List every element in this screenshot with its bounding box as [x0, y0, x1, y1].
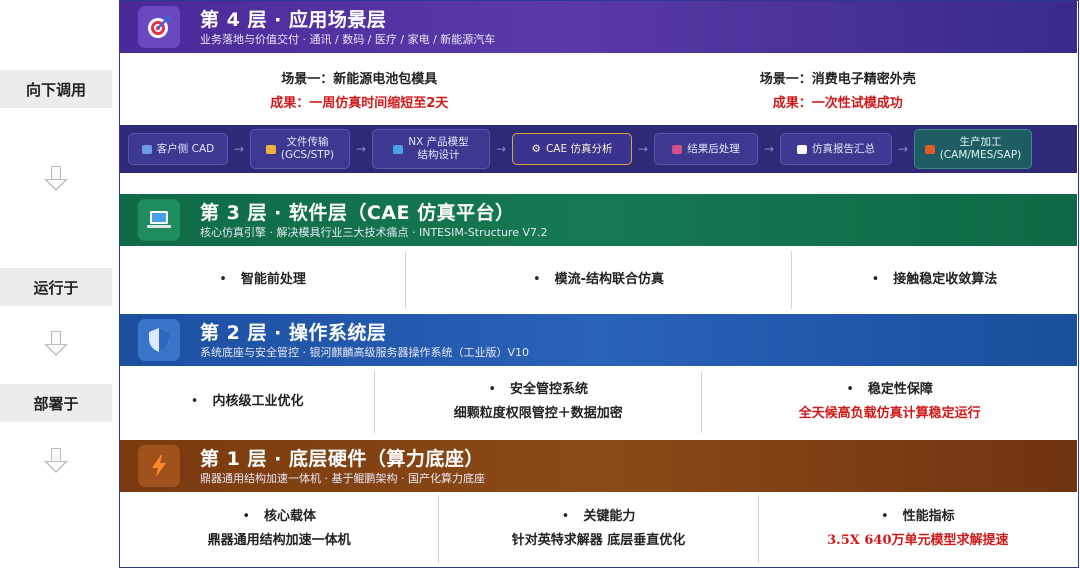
shield-icon	[138, 319, 180, 361]
feature-cell: 性能指标 3.5X 640万单元模型求解提速	[757, 495, 1077, 563]
monitor-icon	[393, 144, 404, 154]
user-icon	[141, 144, 152, 154]
rail-label-runs-on: 运行于	[0, 268, 112, 306]
feature-label: 性能指标	[881, 505, 955, 529]
scene-result: 成果：一次性试模成功	[772, 96, 903, 111]
feature-detail: 全天候高负载仿真计算稳定运行	[798, 406, 981, 421]
lightning-icon	[138, 445, 180, 487]
layer1-subtitle: 鼎器通用结构加速一体机 · 基于鲲鹏架构 · 国产化算力底座	[200, 471, 485, 485]
architecture-diagram: 向下调用 运行于 部署于 第 4 层 · 应用场景层 业务落地与价值交付 · 通…	[0, 0, 1080, 570]
pipeline-step-label: 仿真报告汇总	[812, 142, 875, 155]
feature-cell: 关键能力 针对英特求解器 底层垂直优化	[438, 495, 757, 563]
pipeline-step-nx: NX 产品模型 结构设计	[372, 129, 490, 169]
chart-icon	[672, 144, 683, 154]
laptop-icon	[138, 199, 180, 241]
gear-icon: ⚙	[531, 142, 541, 155]
layer2-features: 内核级工业优化 安全管控系统 细颗粒度权限管控＋数据加密 稳定性保障 全天候高负…	[120, 371, 1077, 433]
layer1-features: 核心载体 鼎器通用结构加速一体机 关键能力 针对英特求解器 底层垂直优化 性能指…	[120, 495, 1077, 563]
process-pipeline: 客户侧 CAD → 文件传输 (GCS/STP) → NX 产品模型 结构设计 …	[120, 125, 1077, 173]
layer-stack-frame: 第 4 层 · 应用场景层 业务落地与价值交付 · 通讯 / 数码 / 医疗 /…	[119, 0, 1079, 568]
pipeline-step-cae: ⚙ CAE 仿真分析	[512, 133, 632, 165]
layer4-subtitle: 业务落地与价值交付 · 通讯 / 数码 / 医疗 / 家电 / 新能源汽车	[200, 32, 496, 46]
scene-title: 场景一：消费电子精密外壳	[759, 72, 916, 87]
arrow-right-icon: →	[495, 142, 507, 156]
target-icon	[138, 6, 180, 48]
arrow-right-icon: →	[763, 142, 775, 156]
down-arrow-icon	[44, 166, 68, 192]
scene-card: 场景一：消费电子精密外壳 成果：一次性试模成功	[599, 61, 1078, 123]
layer4-banner: 第 4 层 · 应用场景层 业务落地与价值交付 · 通讯 / 数码 / 医疗 /…	[120, 1, 1077, 53]
feature-label: 接触稳定收敛算法	[872, 268, 997, 292]
feature-cell: 智能前处理	[120, 251, 405, 309]
layer3-subtitle: 核心仿真引擎 · 解决模具行业三大技术痛点 · INTESIM-Structur…	[200, 225, 548, 239]
layer2-banner: 第 2 层 · 操作系统层 系统底座与安全管控 · 银河麒麟高级服务器操作系统（…	[120, 314, 1077, 366]
arrow-right-icon: →	[355, 142, 367, 156]
document-icon	[797, 144, 807, 154]
pipeline-step-label: 客户侧 CAD	[156, 142, 215, 155]
arrow-right-icon: →	[897, 142, 909, 156]
feature-detail: 针对英特求解器 底层垂直优化	[511, 533, 686, 548]
factory-icon	[924, 144, 935, 154]
arrow-right-icon: →	[233, 142, 245, 156]
feature-label: 智能前处理	[219, 268, 306, 292]
feature-cell: 接触稳定收敛算法	[790, 251, 1077, 309]
layer4-scenes: 场景一：新能源电池包模具 成果：一周仿真时间缩短至2天 场景一：消费电子精密外壳…	[120, 61, 1077, 123]
layer4-title: 第 4 层 · 应用场景层	[200, 8, 387, 31]
pipeline-step-label: 结果后处理	[687, 142, 740, 155]
down-arrow-icon	[44, 331, 68, 357]
feature-detail: 3.5X 640万单元模型求解提速	[827, 533, 1009, 548]
rail-label-deployed-on: 部署于	[0, 384, 112, 422]
rail-label-call-down: 向下调用	[0, 70, 112, 108]
pipeline-step-production: 生产加工 (CAM/MES/SAP)	[914, 129, 1032, 169]
layer2-title: 第 2 层 · 操作系统层	[200, 321, 387, 344]
feature-cell: 安全管控系统 细颗粒度权限管控＋数据加密	[374, 371, 701, 433]
arrow-right-icon: →	[637, 142, 649, 156]
pipeline-step-label: NX 产品模型 结构设计	[408, 136, 469, 161]
layer3-features: 智能前处理 模流-结构联合仿真 接触稳定收敛算法	[120, 251, 1077, 309]
pipeline-step-transfer: 文件传输 (GCS/STP)	[250, 129, 350, 169]
feature-cell: 核心载体 鼎器通用结构加速一体机	[120, 495, 438, 563]
layer3-title: 第 3 层 · 软件层（CAE 仿真平台）	[200, 201, 515, 224]
folder-icon	[265, 144, 276, 154]
feature-label: 关键能力	[562, 505, 635, 529]
feature-label: 内核级工业优化	[191, 390, 303, 414]
layer1-banner: 第 1 层 · 底层硬件（算力底座） 鼎器通用结构加速一体机 · 基于鲲鹏架构 …	[120, 440, 1077, 492]
layer3-banner: 第 3 层 · 软件层（CAE 仿真平台） 核心仿真引擎 · 解决模具行业三大技…	[120, 194, 1077, 246]
down-arrow-icon	[44, 448, 68, 474]
feature-cell: 模流-结构联合仿真	[405, 251, 791, 309]
feature-label: 核心载体	[242, 505, 316, 529]
scene-title: 场景一：新能源电池包模具	[281, 72, 438, 87]
layer2-subtitle: 系统底座与安全管控 · 银河麒麟高级服务器操作系统（工业版）V10	[200, 345, 530, 359]
feature-label: 模流-结构联合仿真	[533, 268, 664, 292]
pipeline-step-label: CAE 仿真分析	[545, 142, 613, 155]
feature-detail: 细颗粒度权限管控＋数据加密	[453, 406, 623, 421]
pipeline-step-label: 生产加工 (CAM/MES/SAP)	[939, 136, 1022, 161]
layer1-title: 第 1 层 · 底层硬件（算力底座）	[200, 447, 484, 470]
feature-cell: 内核级工业优化	[120, 371, 374, 433]
scene-card: 场景一：新能源电池包模具 成果：一周仿真时间缩短至2天	[120, 61, 599, 123]
feature-label: 稳定性保障	[846, 378, 933, 402]
pipeline-step-label: 文件传输 (GCS/STP)	[280, 136, 335, 161]
feature-label: 安全管控系统	[488, 378, 588, 402]
pipeline-step-post: 结果后处理	[654, 133, 758, 165]
pipeline-step-report: 仿真报告汇总	[780, 133, 892, 165]
feature-detail: 鼎器通用结构加速一体机	[207, 533, 351, 548]
feature-cell: 稳定性保障 全天候高负载仿真计算稳定运行	[701, 371, 1077, 433]
pipeline-step-cad: 客户侧 CAD	[128, 133, 228, 165]
scene-result: 成果：一周仿真时间缩短至2天	[270, 96, 449, 111]
